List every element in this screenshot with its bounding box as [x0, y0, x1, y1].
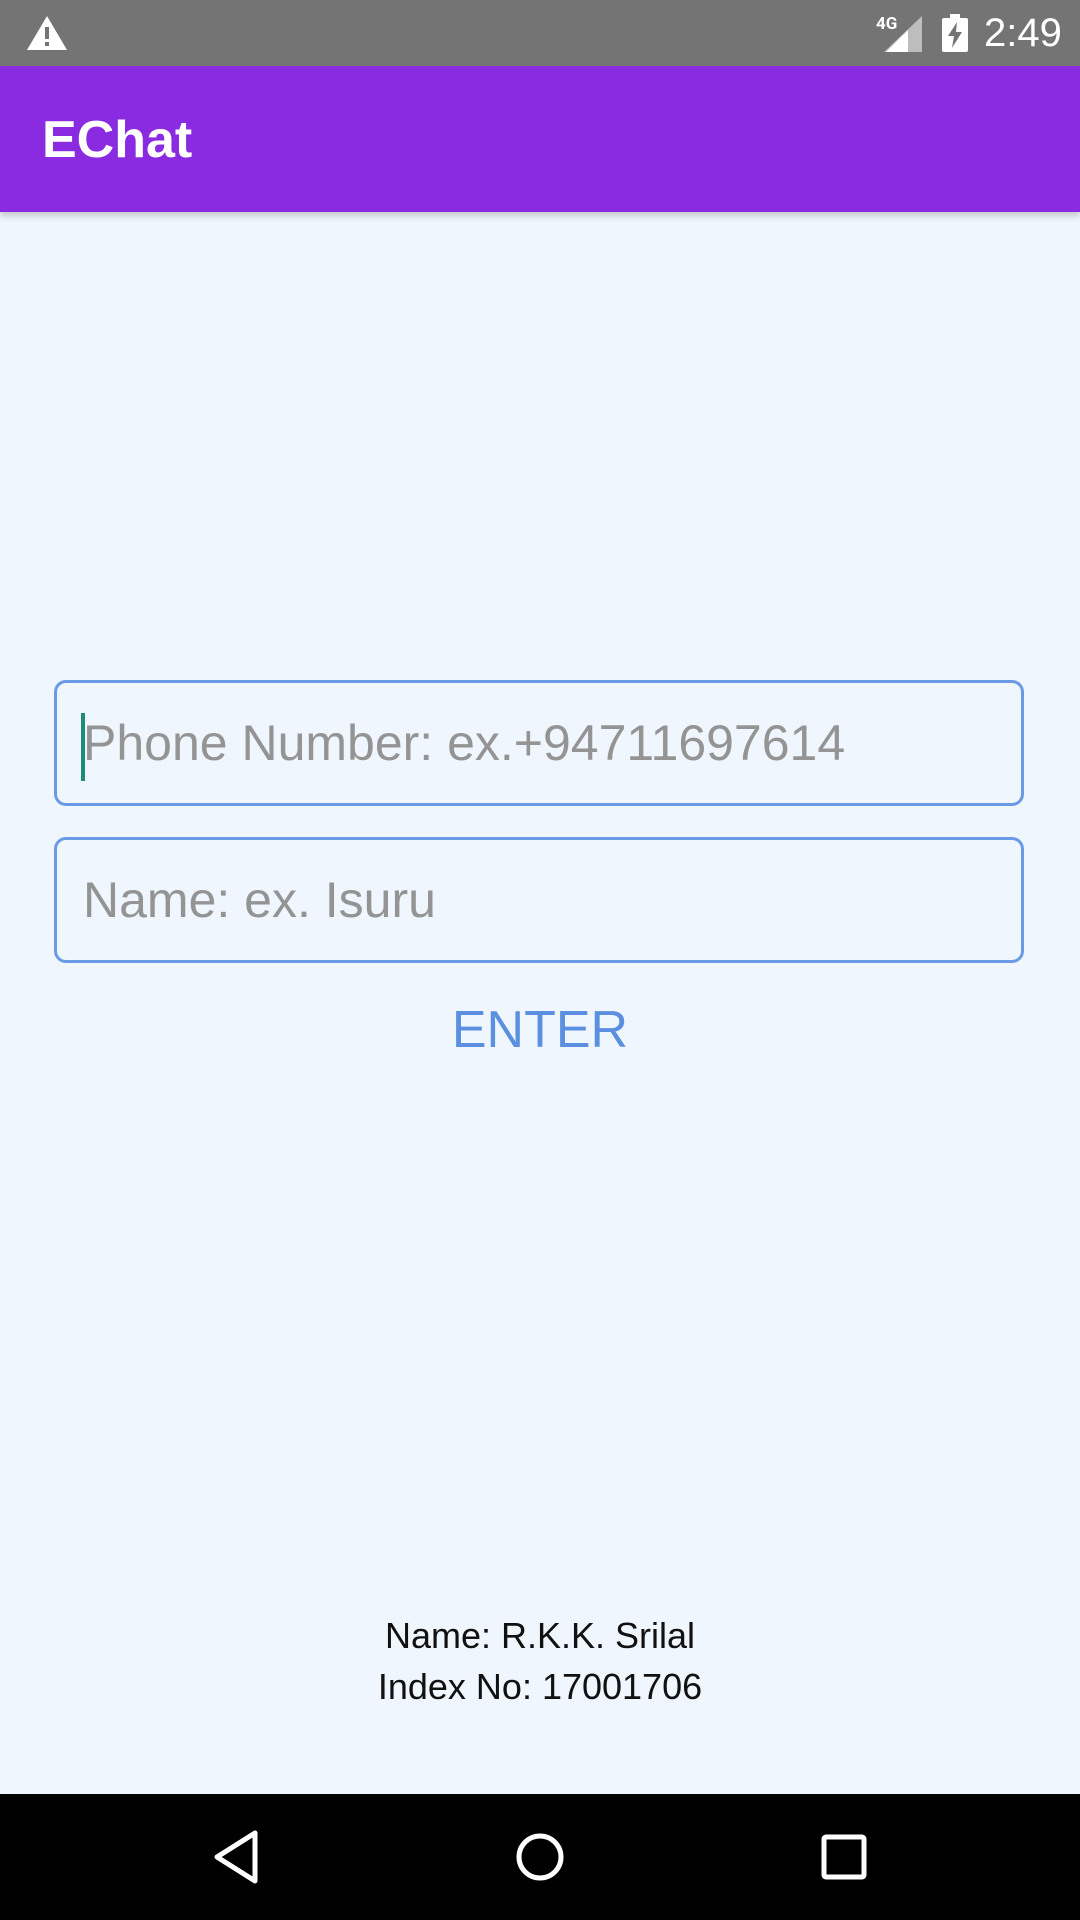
phone-number-field[interactable]: [54, 680, 1024, 806]
home-button[interactable]: [470, 1794, 610, 1920]
back-icon: [214, 1830, 258, 1884]
footer-index-number: Index No: 17001706: [377, 1666, 703, 1707]
home-icon: [516, 1833, 564, 1881]
navigation-bar: [0, 1794, 1080, 1920]
signal-icon: [884, 16, 922, 52]
app-bar: EChat: [0, 66, 1080, 212]
clock: 2:49: [984, 11, 1062, 55]
recents-icon: [821, 1834, 867, 1880]
status-bar: 4G 2:49: [0, 0, 1080, 66]
app-title: EChat: [42, 111, 193, 169]
warning-icon: [27, 16, 67, 50]
recents-button[interactable]: [774, 1794, 914, 1920]
phone-number-input[interactable]: [57, 683, 1021, 803]
back-button[interactable]: [166, 1794, 306, 1920]
enter-button[interactable]: ENTER: [410, 990, 670, 1070]
footer-student-name: Name: R.K.K. Srilal: [384, 1615, 696, 1656]
battery-charging-icon: [942, 14, 968, 52]
text-cursor: [81, 713, 85, 781]
name-field[interactable]: [54, 837, 1024, 963]
name-input[interactable]: [57, 840, 1021, 960]
